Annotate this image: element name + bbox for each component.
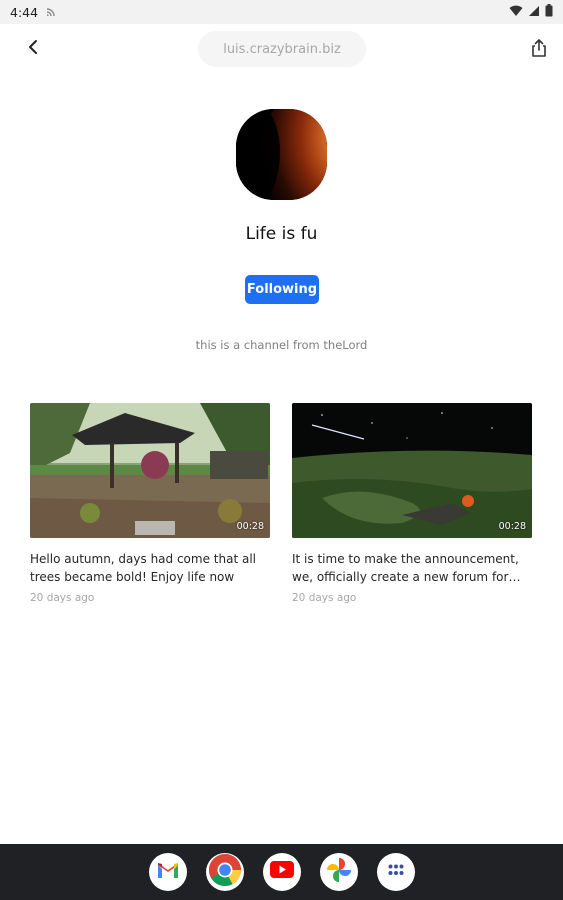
signal-icon — [528, 5, 540, 20]
channel-title: Life is fu — [245, 224, 318, 244]
chrome-app[interactable] — [205, 853, 244, 892]
youtube-app[interactable] — [262, 853, 301, 891]
chrome-icon — [208, 853, 242, 892]
following-button[interactable]: Following — [245, 275, 319, 304]
url-bar[interactable]: luis.crazybrain.biz — [198, 31, 366, 67]
photos-icon — [326, 857, 352, 888]
video-thumbnail[interactable]: 00:28 — [292, 403, 532, 538]
gmail-app[interactable] — [148, 853, 187, 891]
wifi-icon — [509, 5, 523, 20]
channel-description: this is a channel from theLord — [195, 338, 368, 352]
chevron-left-icon — [26, 39, 40, 60]
app-drawer-icon — [388, 863, 404, 881]
video-duration: 00:28 — [236, 521, 264, 532]
video-card[interactable]: 00:28 It is time to make the announcemen… — [292, 403, 532, 604]
video-duration: 00:28 — [498, 521, 526, 532]
share-icon — [531, 38, 547, 62]
top-bar: luis.crazybrain.biz — [0, 24, 563, 76]
status-bar: 4:44 — [0, 0, 563, 24]
channel-avatar — [236, 109, 327, 200]
video-title[interactable]: It is time to make the announcement, we,… — [292, 550, 532, 586]
youtube-icon — [269, 861, 294, 883]
back-button[interactable] — [20, 36, 46, 62]
app-dock — [0, 844, 563, 900]
gmail-icon — [156, 861, 180, 884]
battery-icon — [545, 4, 553, 20]
share-button[interactable] — [527, 37, 551, 63]
video-date: 20 days ago — [292, 592, 357, 604]
cast-icon — [46, 5, 60, 20]
video-card[interactable]: 00:28 Hello autumn, days had come that a… — [30, 403, 270, 604]
video-title[interactable]: Hello autumn, days had come that all tre… — [30, 550, 270, 586]
app-drawer-button[interactable] — [376, 853, 415, 891]
photos-app[interactable] — [319, 853, 358, 891]
video-date: 20 days ago — [30, 592, 95, 604]
status-time: 4:44 — [10, 4, 39, 20]
video-thumbnail[interactable]: 00:28 — [30, 403, 270, 538]
